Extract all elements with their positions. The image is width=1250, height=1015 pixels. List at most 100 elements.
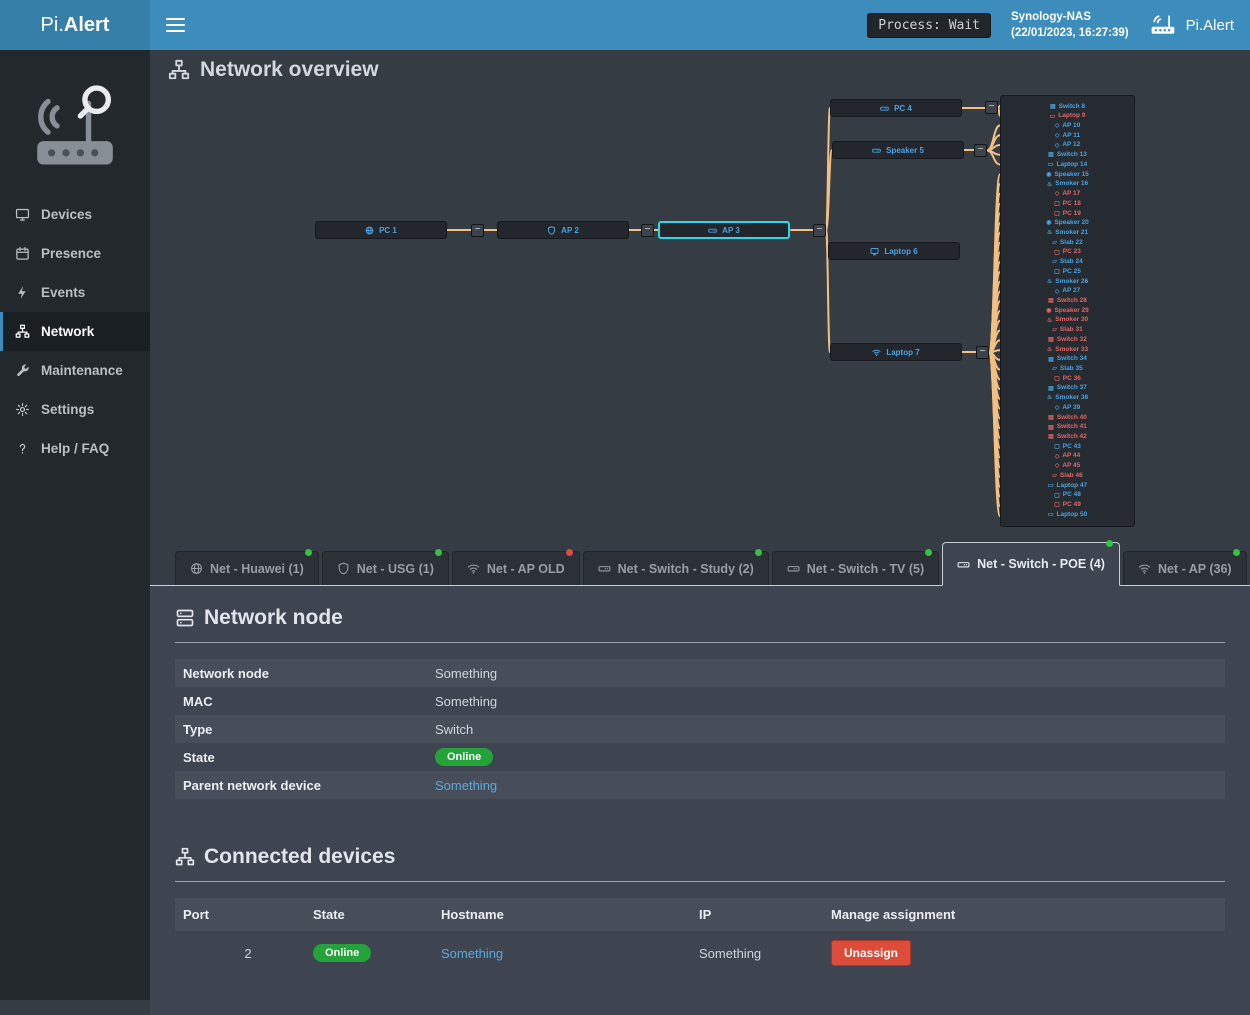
tab-net-ap[interactable]: Net - AP (36): [1123, 551, 1247, 585]
tab-net-switch-tv[interactable]: Net - Switch - TV (5): [772, 551, 939, 585]
laptop-icon: ▭: [1050, 114, 1056, 120]
cluster-device[interactable]: ◉Speaker 15: [1001, 170, 1134, 180]
cluster-device-label: Switch 13: [1057, 152, 1087, 159]
cluster-device[interactable]: ▱Slab 24: [1001, 258, 1134, 268]
cluster-device[interactable]: ◇AP 45: [1001, 462, 1134, 472]
top-navbar: Process: Wait Synology-NAS (22/01/2023, …: [150, 0, 1250, 50]
pc-icon: ▢: [1054, 444, 1060, 450]
host-info: Synology-NAS (22/01/2023, 16:27:39): [1011, 9, 1129, 41]
node-label: Laptop 6: [884, 247, 917, 256]
hdd-icon: [880, 104, 889, 113]
cluster-device[interactable]: ▤Switch 42: [1001, 432, 1134, 442]
cluster-device[interactable]: ▢PC 25: [1001, 267, 1134, 277]
cluster-device[interactable]: ◇AP 44: [1001, 452, 1134, 462]
network-node-pc-1[interactable]: PC 1: [315, 221, 447, 239]
cluster-device-label: PC 48: [1063, 492, 1081, 499]
parent-device-link[interactable]: Something: [435, 778, 497, 793]
tab-net-switch-study[interactable]: Net - Switch - Study (2): [583, 551, 769, 585]
collapse-toggle[interactable]: −: [641, 224, 654, 237]
cluster-device[interactable]: ▢PC 43: [1001, 442, 1134, 452]
sidebar-item-network[interactable]: Network: [0, 312, 150, 351]
cluster-device[interactable]: ♨Smoker 16: [1001, 180, 1134, 190]
cluster-device[interactable]: ▱Slab 46: [1001, 471, 1134, 481]
switch-icon: ▤: [1050, 104, 1056, 110]
sidebar-item-help[interactable]: Help / FAQ: [0, 429, 150, 468]
cluster-device[interactable]: ▤Switch 37: [1001, 384, 1134, 394]
cluster-device[interactable]: ◉Speaker 20: [1001, 219, 1134, 229]
cluster-device[interactable]: ▭Laptop 14: [1001, 160, 1134, 170]
shield-icon: [547, 226, 556, 235]
cluster-device-label: Switch 8: [1059, 104, 1085, 111]
cluster-device[interactable]: ◇AP 12: [1001, 141, 1134, 151]
cluster-device[interactable]: ▢PC 49: [1001, 500, 1134, 510]
node-detail-row: Type Switch: [175, 715, 1225, 743]
cluster-device[interactable]: ◇AP 11: [1001, 131, 1134, 141]
collapse-toggle[interactable]: −: [976, 346, 989, 359]
port-cell: 2: [183, 946, 313, 961]
sidebar-item-devices[interactable]: Devices: [0, 195, 150, 234]
tab-net-ap-old[interactable]: Net - AP OLD: [452, 551, 580, 585]
globe-icon: [365, 226, 374, 235]
collapse-toggle[interactable]: −: [813, 224, 826, 237]
collapse-toggle[interactable]: −: [974, 144, 987, 157]
node-label: PC 1: [379, 226, 397, 235]
cluster-device[interactable]: ♨Smoker 21: [1001, 228, 1134, 238]
sidebar-item-presence[interactable]: Presence: [0, 234, 150, 273]
cluster-device[interactable]: ▤Switch 13: [1001, 151, 1134, 161]
cluster-device[interactable]: ▢PC 23: [1001, 248, 1134, 258]
cluster-device[interactable]: ▭Laptop 9: [1001, 112, 1134, 122]
cluster-device[interactable]: ◇AP 10: [1001, 121, 1134, 131]
connected-devices-title: Connected devices: [175, 845, 1225, 869]
network-node-laptop-6[interactable]: Laptop 6: [828, 242, 960, 260]
cluster-device[interactable]: ▤Switch 41: [1001, 423, 1134, 433]
menu-toggle-icon[interactable]: [166, 18, 185, 32]
tab-net-usg[interactable]: Net - USG (1): [322, 551, 449, 585]
sidebar-item-maintenance[interactable]: Maintenance: [0, 351, 150, 390]
host-name: Synology-NAS: [1011, 9, 1129, 25]
cluster-device[interactable]: ▢PC 18: [1001, 199, 1134, 209]
network-node-speaker-5[interactable]: Speaker 5: [832, 141, 964, 159]
cluster-device[interactable]: ▢PC 19: [1001, 209, 1134, 219]
cluster-device[interactable]: ▱Slab 31: [1001, 326, 1134, 336]
cluster-device-label: Smoker 30: [1055, 317, 1088, 324]
cluster-device[interactable]: ◇AP 27: [1001, 287, 1134, 297]
cluster-device[interactable]: ▤Switch 40: [1001, 413, 1134, 423]
cluster-device[interactable]: ▢PC 36: [1001, 374, 1134, 384]
unassign-button[interactable]: Unassign: [831, 940, 911, 966]
sidebar-item-events[interactable]: Events: [0, 273, 150, 312]
cluster-device[interactable]: ▭Laptop 47: [1001, 481, 1134, 491]
cluster-device[interactable]: ▱Slab 22: [1001, 238, 1134, 248]
cluster-device[interactable]: ◉Speaker 29: [1001, 306, 1134, 316]
cluster-device[interactable]: ♨Smoker 26: [1001, 277, 1134, 287]
cluster-device[interactable]: ♨Smoker 30: [1001, 316, 1134, 326]
cluster-device[interactable]: ▤Switch 8: [1001, 102, 1134, 112]
cluster-device[interactable]: ▤Switch 28: [1001, 296, 1134, 306]
pc-icon: ▢: [1054, 211, 1060, 217]
cluster-device[interactable]: ♨Smoker 33: [1001, 345, 1134, 355]
network-node-laptop-7[interactable]: Laptop 7: [830, 343, 962, 361]
collapse-toggle[interactable]: −: [471, 224, 484, 237]
network-node-ap-2[interactable]: AP 2: [497, 221, 629, 239]
tab-net-switch-poe[interactable]: Net - Switch - POE (4): [942, 542, 1120, 586]
cluster-device[interactable]: ▢PC 48: [1001, 491, 1134, 501]
cluster-device[interactable]: ♨Smoker 38: [1001, 394, 1134, 404]
pc-icon: ▢: [1054, 502, 1060, 508]
cluster-device[interactable]: ▭Laptop 50: [1001, 510, 1134, 520]
cluster-device[interactable]: ▤Switch 34: [1001, 355, 1134, 365]
device-cluster: ▤Switch 8▭Laptop 9◇AP 10◇AP 11◇AP 12▤Swi…: [1000, 95, 1135, 527]
cluster-device[interactable]: ▱Slab 35: [1001, 364, 1134, 374]
cluster-device[interactable]: ◇AP 39: [1001, 403, 1134, 413]
sidebar-item-settings[interactable]: Settings: [0, 390, 150, 429]
hostname-link[interactable]: Something: [441, 946, 503, 961]
process-status-badge: Process: Wait: [867, 13, 991, 38]
network-node-pc-4[interactable]: PC 4: [830, 99, 962, 117]
cluster-device[interactable]: ◇AP 17: [1001, 189, 1134, 199]
collapse-toggle[interactable]: −: [985, 101, 998, 114]
app-badge[interactable]: Pi.Alert: [1149, 13, 1234, 37]
ip-cell: Something: [699, 946, 831, 961]
cluster-device[interactable]: ▤Switch 32: [1001, 335, 1134, 345]
tab-net-huawei[interactable]: Net - Huawei (1): [175, 551, 319, 585]
brand-logo[interactable]: Pi.Alert: [0, 0, 150, 50]
network-node-ap-3[interactable]: AP 3: [658, 221, 790, 239]
slab-icon: ▱: [1052, 473, 1057, 479]
